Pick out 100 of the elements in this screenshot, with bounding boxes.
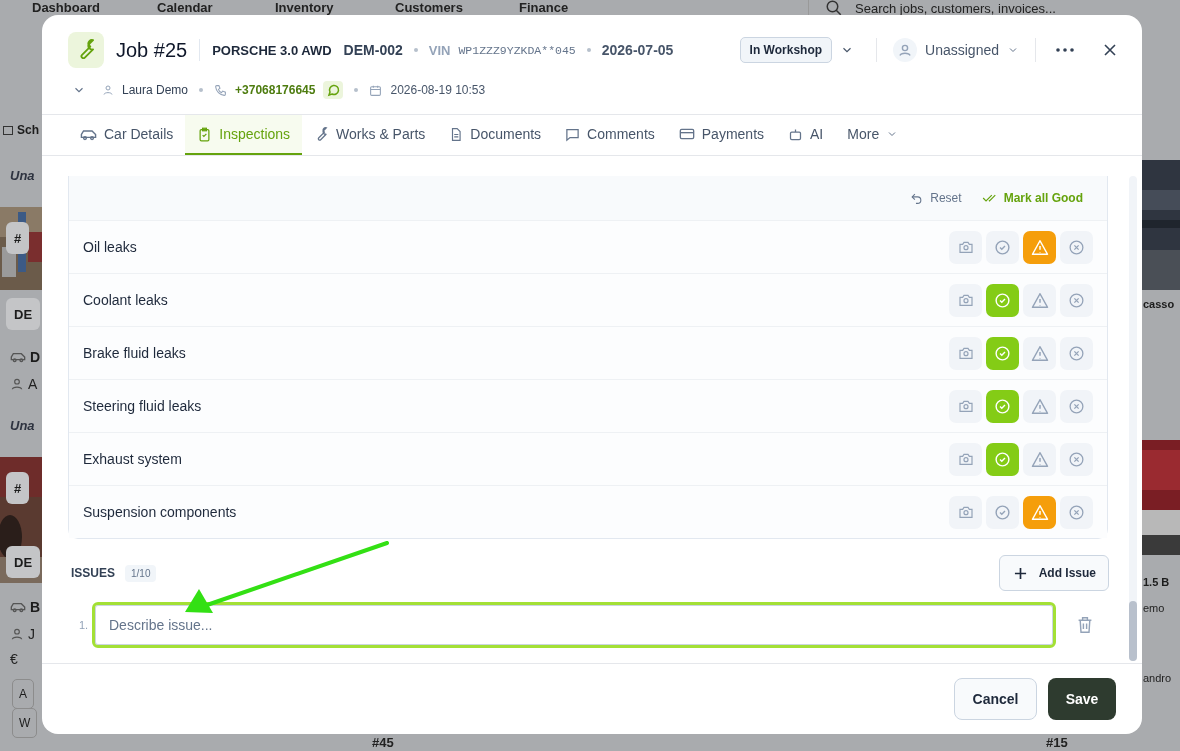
tab[interactable]: Documents [437, 115, 554, 155]
check-circle-icon [994, 397, 1011, 415]
reset-button[interactable]: Reset [910, 191, 962, 205]
card-text: Una [10, 416, 35, 435]
cancel-button[interactable]: Cancel [954, 678, 1037, 720]
warning-icon [1030, 503, 1049, 521]
check-circle-icon [994, 238, 1011, 256]
customer-name[interactable]: Laura Demo [122, 83, 189, 97]
inspection-item-name: Oil leaks [83, 239, 138, 255]
fail-button[interactable] [1060, 442, 1093, 476]
card-text: B [10, 595, 41, 619]
good-button[interactable] [986, 495, 1019, 529]
assignee-dropdown[interactable]: Unassigned [893, 38, 1019, 62]
camera-button[interactable] [949, 230, 982, 264]
good-button[interactable] [986, 389, 1019, 423]
more-icon[interactable] [1056, 48, 1074, 52]
nav-link[interactable]: Inventory [253, 0, 334, 15]
good-button[interactable] [986, 442, 1019, 476]
card-text: emo [1143, 602, 1165, 614]
good-button[interactable] [986, 230, 1019, 264]
card-text: #45 [372, 735, 394, 750]
save-button[interactable]: Save [1048, 678, 1116, 720]
check-circle-icon [994, 450, 1011, 468]
card-text: 1.5 B [1143, 576, 1170, 588]
card-chip: DE [6, 546, 41, 578]
tab[interactable]: Payments [666, 115, 777, 155]
calendar-icon [2, 123, 14, 137]
fail-button[interactable] [1060, 283, 1093, 317]
phone-icon [214, 83, 228, 97]
person-icon [10, 627, 24, 641]
inspection-item-name: Brake fluid leaks [83, 345, 187, 361]
phone-link[interactable]: +37068176645 [235, 83, 316, 97]
vin-number: WP1ZZZ9YZKDA**045 [458, 43, 576, 57]
warning-icon [1030, 238, 1049, 256]
card-chip: W [12, 708, 38, 738]
scrollbar[interactable] [1129, 176, 1137, 661]
camera-icon [957, 293, 974, 307]
card-text: € [10, 650, 18, 669]
job-date: 2026-07-05 [601, 42, 674, 58]
fail-button[interactable] [1060, 389, 1093, 423]
camera-button[interactable] [949, 495, 982, 529]
warning-button[interactable] [1023, 336, 1056, 370]
card-text: Sch [2, 118, 39, 142]
warning-button[interactable] [1023, 495, 1056, 529]
x-circle-icon [1068, 450, 1085, 468]
close-icon[interactable] [1104, 44, 1116, 56]
nav-link[interactable]: Calendar [135, 0, 213, 15]
good-button[interactable] [986, 283, 1019, 317]
camera-icon [957, 240, 974, 254]
warning-button[interactable] [1023, 389, 1056, 423]
issue-count: 1/10 [125, 564, 157, 582]
camera-icon [957, 452, 974, 466]
separator-dot [586, 48, 591, 52]
card-chip: DE [6, 298, 41, 330]
check-circle-icon [994, 344, 1011, 362]
nav-link[interactable]: Finance [497, 0, 569, 15]
camera-button[interactable] [949, 283, 982, 317]
card-chip: # [6, 472, 30, 504]
card-icon [678, 127, 695, 141]
status-badge[interactable]: In Workshop [739, 37, 833, 63]
fail-button[interactable] [1060, 336, 1093, 370]
plus-icon [1013, 566, 1027, 580]
warning-icon [1030, 397, 1049, 415]
camera-icon [957, 346, 974, 360]
wrench-icon [68, 32, 104, 68]
chat-icon[interactable] [323, 81, 344, 99]
card-text: D [10, 345, 41, 369]
double-check-icon [981, 192, 997, 204]
warning-icon [1030, 344, 1049, 362]
warning-button[interactable] [1023, 442, 1056, 476]
warning-button[interactable] [1023, 283, 1056, 317]
nav-link[interactable]: Dashboard [10, 0, 100, 15]
inspection-item-name: Suspension components [83, 504, 238, 520]
card-text: J [10, 622, 35, 646]
section-title: ISSUES [71, 566, 115, 580]
clipboard-check-icon [197, 126, 213, 142]
tab[interactable]: Car Details [68, 115, 186, 155]
issue-input[interactable]: Describe issue... [92, 602, 1056, 648]
add-issue-button[interactable]: Add Issue [998, 555, 1109, 591]
issue-number: 1. [78, 619, 90, 631]
camera-button[interactable] [949, 389, 982, 423]
tab[interactable]: Comments [553, 115, 667, 155]
car-icon [10, 601, 26, 613]
fail-button[interactable] [1060, 230, 1093, 264]
card-text: andro [1143, 672, 1172, 684]
good-button[interactable] [986, 336, 1019, 370]
camera-button[interactable] [949, 442, 982, 476]
tab[interactable]: Works & Parts [302, 115, 438, 155]
search-icon [825, 0, 843, 17]
fail-button[interactable] [1060, 495, 1093, 529]
camera-button[interactable] [949, 336, 982, 370]
comment-icon [565, 126, 581, 142]
tab[interactable]: More [835, 115, 911, 155]
tab[interactable]: AI [776, 115, 836, 155]
warning-button[interactable] [1023, 230, 1056, 264]
trash-icon[interactable] [1077, 616, 1093, 634]
inspection-item-name: Steering fluid leaks [83, 398, 203, 414]
card-text: Una [10, 166, 35, 185]
nav-link[interactable]: Customers [373, 0, 463, 15]
inspection-item-name: Exhaust system [83, 451, 183, 467]
